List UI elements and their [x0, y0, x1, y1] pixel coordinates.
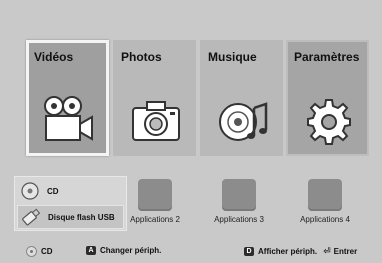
device-cd[interactable]: CD — [17, 179, 124, 203]
tile-photos-label: Photos — [121, 50, 162, 64]
footer-show-device: D Afficher périph. ⏎ Entrer — [244, 246, 357, 257]
tile-videos-label: Vidéos — [34, 50, 74, 64]
app-icon — [308, 179, 342, 211]
d-key-icon: D — [244, 247, 254, 256]
music-disc-icon — [216, 96, 270, 146]
footer-change-device-label: Changer périph. — [100, 246, 162, 255]
tile-music[interactable]: Musique — [200, 40, 283, 156]
app-icon — [222, 179, 256, 211]
app-applications-3[interactable]: Applications 3 — [209, 179, 269, 224]
app-applications-4[interactable]: Applications 4 — [295, 179, 355, 224]
footer-cd: CD — [26, 246, 53, 257]
footer-cd-label: CD — [41, 247, 53, 256]
cd-mini-icon — [26, 246, 37, 257]
footer-enter-label: Entrer — [333, 247, 358, 256]
video-camera-icon — [42, 96, 96, 146]
tile-settings-label: Paramètres — [294, 50, 360, 64]
tile-music-label: Musique — [208, 50, 257, 64]
app-label: Applications 4 — [300, 215, 350, 224]
app-icon — [138, 179, 172, 211]
app-label: Applications 2 — [130, 215, 180, 224]
footer-bar: CD A Changer périph. D Afficher périph. … — [0, 240, 382, 263]
footer-change-device: A Changer périph. — [86, 246, 161, 255]
gear-icon — [302, 96, 356, 146]
app-applications-2[interactable]: Applications 2 — [125, 179, 185, 224]
enter-icon: ⏎ — [323, 246, 331, 256]
device-cd-label: CD — [47, 186, 59, 196]
device-panel: CD Disque flash USB — [14, 176, 127, 231]
home-screen: Vidéos Photos Musique Paramètres CD Disq… — [0, 0, 382, 263]
cd-icon — [19, 181, 41, 201]
usb-drive-icon — [20, 207, 42, 227]
app-label: Applications 3 — [214, 215, 264, 224]
device-usb[interactable]: Disque flash USB — [17, 205, 124, 229]
tile-videos[interactable]: Vidéos — [26, 40, 109, 156]
tile-settings[interactable]: Paramètres — [286, 40, 369, 156]
footer-show-device-label: Afficher périph. — [258, 247, 318, 256]
device-usb-label: Disque flash USB — [48, 212, 115, 222]
camera-icon — [129, 96, 183, 146]
tile-photos[interactable]: Photos — [113, 40, 196, 156]
a-key-icon: A — [86, 246, 96, 255]
